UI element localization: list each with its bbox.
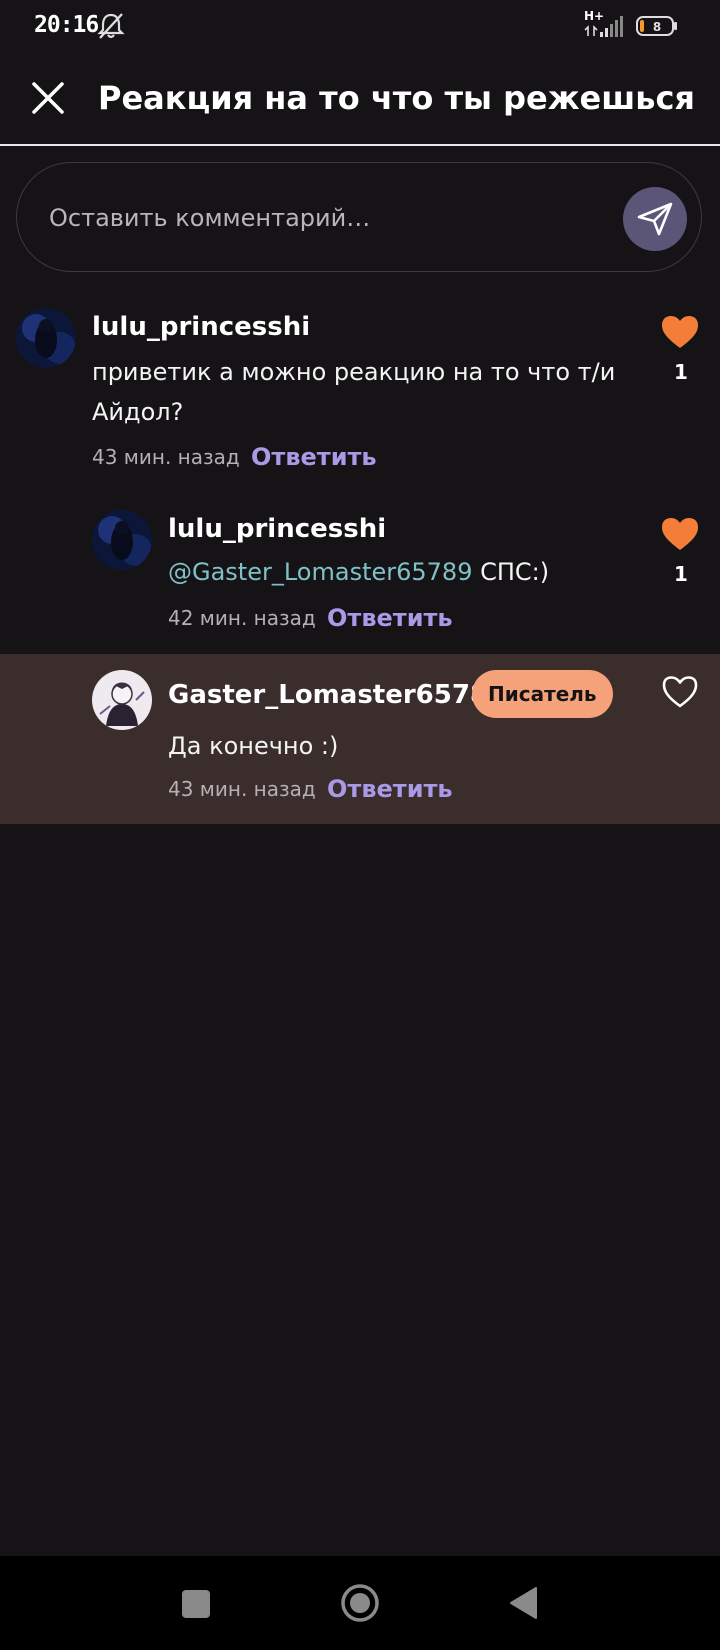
battery-icon: 8 [636,16,678,36]
mute-icon [97,13,125,39]
heart-filled-icon[interactable] [660,516,700,552]
comment-box [16,162,702,272]
comment-text: приветик а можно реакцию на то что т/и А… [92,358,616,426]
page-title: Реакция на то что ты режешься [98,79,695,117]
triangle-back-icon[interactable] [508,1586,538,1620]
navigation-bar [0,1556,720,1650]
username[interactable]: lulu_princesshi [168,512,386,546]
header: Реакция на то что ты режешься [0,52,720,146]
comment-text-body: СПС:) [480,558,550,586]
reply-button[interactable]: Ответить [327,774,453,804]
square-icon[interactable] [182,1590,210,1618]
reply-button[interactable]: Ответить [327,603,453,633]
comment-time: 43 мин. назад [92,445,240,469]
like-count: 1 [674,360,688,384]
avatar[interactable] [92,670,152,730]
heart-filled-icon[interactable] [660,314,700,350]
comment-time: 42 мин. назад [168,606,316,630]
send-icon [637,202,673,236]
send-button[interactable] [623,187,687,251]
mention-link[interactable]: @Gaster_Lomaster65789 [168,558,472,586]
signal-icon [584,16,623,37]
comment-input[interactable] [47,193,551,243]
comment-time: 43 мин. назад [168,777,316,801]
status-time: 20:16 [34,12,99,38]
writer-badge: Писатель [472,670,613,718]
close-icon[interactable] [26,76,70,120]
comment: lulu_princesshi приветик а можно реакцию… [0,300,720,480]
username[interactable]: lulu_princesshi [92,310,310,344]
highlighted-comment: Gaster_Lomaster65789 Писатель Да конечно… [0,654,720,824]
avatar[interactable] [92,510,152,570]
heart-outline-icon[interactable] [660,674,700,710]
comment-text: Да конечно :) [168,732,339,760]
avatar[interactable] [16,308,76,368]
status-bar: 20:16 H+ 8 [0,0,720,52]
circle-icon[interactable] [340,1583,380,1623]
battery-level: 8 [653,20,661,34]
comment: lulu_princesshi @Gaster_Lomaster65789 СП… [0,502,720,652]
like-count: 1 [674,562,688,586]
reply-button[interactable]: Ответить [251,442,377,472]
comment-text: @Gaster_Lomaster65789 СПС:) [168,552,648,592]
username[interactable]: Gaster_Lomaster65789 [168,678,506,712]
